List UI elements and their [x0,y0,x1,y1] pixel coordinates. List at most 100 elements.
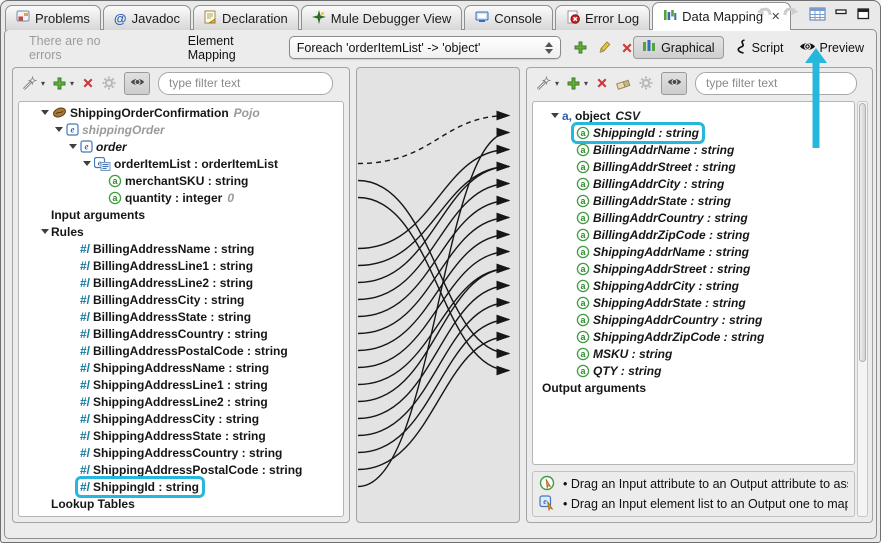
tree-item-R_ShippingAddrName[interactable]: a ShippingAddrName : string [533,243,854,260]
add-dropdown-icon[interactable]: ▾ [70,79,74,88]
tree-item-L_BillingAddressLine2[interactable]: #/BillingAddressLine2 : string [19,274,343,291]
gear-icon[interactable] [102,76,116,90]
expander-icon[interactable] [81,161,92,166]
maximize-icon[interactable] [857,7,870,20]
tree-item-R_ShippingAddrZipCode[interactable]: a ShippingAddrZipCode : string [533,328,854,345]
tab-mule-debugger-view[interactable]: Mule Debugger View [300,5,463,30]
forward-arrow-icon[interactable] [782,6,800,21]
mapping-curve[interactable] [357,161,511,284]
tree-item-R_ShippingAddrState[interactable]: a ShippingAddrState : string [533,294,854,311]
mapping-curve[interactable] [357,161,511,267]
table-view-icon[interactable] [809,7,826,21]
expander-icon[interactable] [39,229,50,234]
tree-item-L_ShippingAddressPostalCode[interactable]: #/ShippingAddressPostalCode : string [19,461,343,478]
mapping-curve[interactable] [357,229,511,352]
tab-error-log[interactable]: Error Log [554,5,651,30]
output-scrollbar[interactable] [857,101,868,517]
tree-item-L_ShippingAddressLine1[interactable]: #/ShippingAddressLine1 : string [19,376,343,393]
tree-item-L_quantity[interactable]: a quantity : integer 0 [19,189,343,206]
tree-item-L_lookupTables[interactable]: Lookup Tables [19,495,343,512]
tree-item-L_ShippingAddressCity[interactable]: #/ShippingAddressCity : string [19,410,343,427]
tree-item-R_BillingAddrZipCode[interactable]: a BillingAddrZipCode : string [533,226,854,243]
expander-icon[interactable] [67,144,78,149]
attribute-icon: a [576,330,590,344]
tree-item-R_ShippingAddrStreet[interactable]: a ShippingAddrStreet : string [533,260,854,277]
mapping-curve[interactable] [357,110,511,165]
element-mapping-select[interactable]: Foreach 'orderItemList' -> 'object' [288,36,562,59]
eye-toggle-button[interactable] [661,71,688,95]
tab-declaration[interactable]: Declaration [193,5,299,30]
attribute-icon: a [576,364,590,378]
gear-icon[interactable] [639,76,653,90]
tree-item-L_BillingAddressName[interactable]: #/BillingAddressName : string [19,240,343,257]
edit-mapping-button[interactable] [597,40,611,55]
wand-dropdown-icon[interactable]: ▾ [41,79,45,88]
expander-icon[interactable] [39,110,50,115]
tree-item-L_ShippingAddressState[interactable]: #/ShippingAddressState : string [19,427,343,444]
eraser-icon[interactable] [616,77,631,90]
tree-item-L_root[interactable]: ShippingOrderConfirmation Pojo [19,104,343,121]
wand-icon[interactable] [21,75,37,91]
tab-javadoc[interactable]: @ Javadoc [102,5,192,30]
tree-item-L_BillingAddressCountry[interactable]: #/BillingAddressCountry : string [19,325,343,342]
expander-icon[interactable] [53,127,64,132]
minimize-icon[interactable] [835,8,848,19]
add-icon[interactable] [567,77,580,90]
tree-item-box: Output arguments [541,380,649,396]
delete-mapping-button[interactable] [621,42,633,54]
tree-item-L_ShippingAddressName[interactable]: #/ShippingAddressName : string [19,359,343,376]
tree-item-label: ShippingAddrCountry : string [593,312,763,327]
tree-item-R_BillingAddrCountry[interactable]: a BillingAddrCountry : string [533,209,854,226]
attribute-icon: a [576,279,590,293]
tree-item-L_ShippingAddressCountry[interactable]: #/ShippingAddressCountry : string [19,444,343,461]
mapping-curves-canvas[interactable] [357,68,519,522]
tree-item-L_BillingAddressPostalCode[interactable]: #/BillingAddressPostalCode : string [19,342,343,359]
output-filter-field[interactable] [695,71,858,95]
element-icon: e [66,123,79,136]
add-icon[interactable] [53,77,66,90]
expander-icon[interactable] [549,113,560,118]
delete-icon[interactable] [596,77,608,89]
mapping-curve[interactable] [357,280,511,420]
tree-item-R_ShippingAddrCountry[interactable]: a ShippingAddrCountry : string [533,311,854,328]
tree-item-L_inputArguments[interactable]: Input arguments [19,206,343,223]
eye-toggle-button[interactable] [124,71,151,95]
tree-item-R_BillingAddrCity[interactable]: a BillingAddrCity : string [533,175,854,192]
wand-icon[interactable] [535,75,551,91]
tree-item-L_ShippingAddressLine2[interactable]: #/ShippingAddressLine2 : string [19,393,343,410]
add-dropdown-icon[interactable]: ▾ [584,79,588,88]
attribute-icon: a [576,262,590,276]
tree-item-L_merchantSKU[interactable]: a merchantSKU : string [19,172,343,189]
tree-item-L_BillingAddressCity[interactable]: #/BillingAddressCity : string [19,291,343,308]
graphical-view-button[interactable]: Graphical [633,36,724,59]
script-view-button[interactable]: Script [731,36,788,60]
tree-item-L_rules[interactable]: Rules [19,223,343,240]
scrollbar-thumb[interactable] [859,103,866,362]
mapping-curve[interactable] [357,196,511,376]
tree-item-R_outputArguments[interactable]: Output arguments [533,379,854,396]
mapping-curve[interactable] [357,144,511,250]
wand-dropdown-icon[interactable]: ▾ [555,79,559,88]
tree-item-R_MSKU[interactable]: a MSKU : string [533,345,854,362]
tree-item-R_QTY[interactable]: a QTY : string [533,362,854,379]
mapping-curve[interactable] [357,263,511,403]
tree-item-R_BillingAddrState[interactable]: a BillingAddrState : string [533,192,854,209]
back-arrow-icon[interactable] [755,6,773,21]
tree-item-box: a ShippingAddrCity : string [574,278,742,294]
input-filter-field[interactable] [158,71,334,95]
tab-problems[interactable]: Problems [5,5,101,30]
mapping-curve[interactable] [357,246,511,369]
mapping-curve[interactable] [357,178,511,301]
tree-item-L_ShippingId[interactable]: #/ShippingId : string [19,478,343,495]
delete-icon[interactable] [82,77,94,89]
tab-console[interactable]: Console [464,5,553,30]
add-mapping-button[interactable] [574,41,587,54]
tree-item-L_shippingOrder[interactable]: e shippingOrder [19,121,343,138]
tree-item-R_BillingAddrStreet[interactable]: a BillingAddrStreet : string [533,158,854,175]
tree-item-L_order[interactable]: e order [19,138,343,155]
tree-item-L_BillingAddressLine1[interactable]: #/BillingAddressLine1 : string [19,257,343,274]
tree-item-L_BillingAddressState[interactable]: #/BillingAddressState : string [19,308,343,325]
tree-item-label: ShippingAddressCountry : string [93,445,283,460]
tree-item-L_orderItemList[interactable]: e orderItemList : orderItemList [19,155,343,172]
tree-item-R_ShippingAddrCity[interactable]: a ShippingAddrCity : string [533,277,854,294]
